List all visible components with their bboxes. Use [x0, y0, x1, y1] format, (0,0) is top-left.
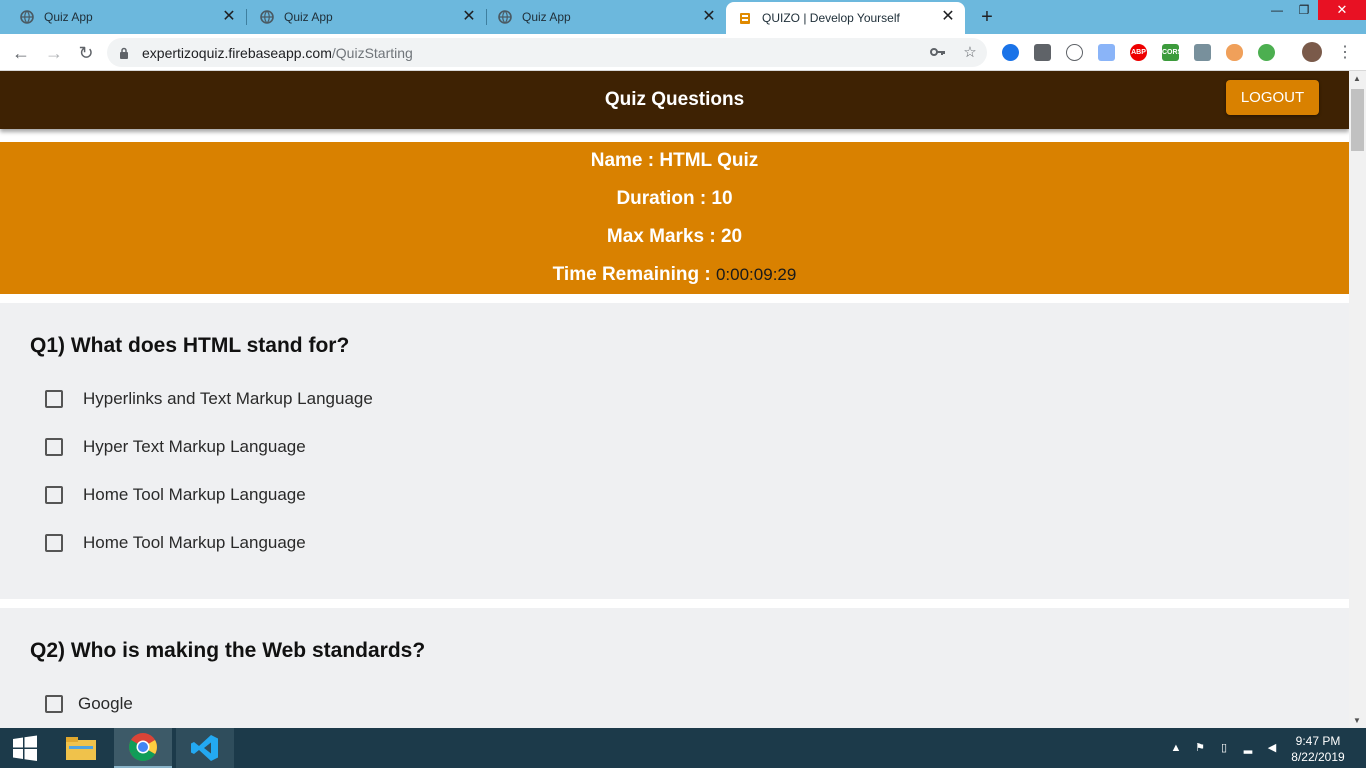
url-domain: expertizoquiz.firebaseapp.com: [142, 45, 332, 61]
browser-tab-active[interactable]: QUIZO | Develop Yourself ✕: [726, 2, 965, 34]
answer-label: Home Tool Markup Language: [83, 533, 306, 552]
tab-title: Quiz App: [522, 10, 571, 24]
show-hidden-icons-icon[interactable]: ▲: [1168, 740, 1184, 756]
adblock-extension-icon[interactable]: ABP: [1130, 44, 1147, 61]
forward-button[interactable]: →: [43, 42, 65, 64]
url-path: /QuizStarting: [331, 45, 413, 61]
browser-tab-3[interactable]: Quiz App ✕: [488, 0, 726, 34]
question-title: Q2) Who is making the Web standards?: [30, 639, 426, 662]
answer-option[interactable]: Google: [45, 694, 133, 714]
globe-icon: [260, 10, 274, 24]
time-remaining-label: Time Remaining :: [552, 264, 711, 285]
tab-title: Quiz App: [44, 10, 93, 24]
restore-window-icon[interactable]: ❐: [1290, 0, 1318, 20]
extension-tools-icon[interactable]: [1194, 44, 1211, 61]
answer-checkbox[interactable]: [45, 438, 63, 456]
page-content: Quiz Questions LOGOUT Name : HTML Quiz D…: [0, 71, 1349, 728]
answer-checkbox[interactable]: [45, 486, 63, 504]
signal-icon[interactable]: ▂: [1240, 740, 1256, 756]
extension-circle-icon[interactable]: [1066, 44, 1083, 61]
file-explorer-icon[interactable]: [52, 728, 110, 768]
scroll-up-arrow-icon[interactable]: ▲: [1353, 74, 1361, 83]
tab-separator: [246, 9, 247, 25]
network-disconnected-icon[interactable]: ⚑: [1192, 740, 1208, 756]
lock-icon[interactable]: [119, 46, 129, 64]
answer-option[interactable]: Hyper Text Markup Language: [45, 437, 306, 457]
windows-start-icon[interactable]: [0, 728, 50, 768]
chrome-icon[interactable]: [114, 728, 172, 768]
answer-label: Home Tool Markup Language: [83, 485, 306, 504]
quiz-info-panel: Name : HTML Quiz Duration : 10 Max Marks…: [0, 142, 1349, 294]
close-tab-icon[interactable]: ✕: [702, 9, 716, 25]
bookmark-star-icon[interactable]: ☆: [961, 44, 979, 62]
answer-label: Hyperlinks and Text Markup Language: [83, 389, 373, 408]
tab-title: Quiz App: [284, 10, 333, 24]
quiz-max-marks: Max Marks : 20: [606, 226, 743, 247]
extension-globe-icon[interactable]: [1258, 44, 1275, 61]
close-tab-icon[interactable]: ✕: [222, 9, 236, 25]
volume-muted-icon[interactable]: ◀: [1264, 740, 1280, 756]
question-card-1: Q1) What does HTML stand for? Hyperlinks…: [0, 303, 1349, 599]
new-tab-button[interactable]: +: [977, 7, 997, 27]
clock-date: 8/22/2019: [1291, 750, 1345, 764]
battery-icon[interactable]: ▯: [1216, 740, 1232, 756]
globe-icon: [498, 10, 512, 24]
answer-option[interactable]: Home Tool Markup Language: [45, 533, 306, 553]
answer-option[interactable]: Home Tool Markup Language: [45, 485, 306, 505]
answer-checkbox[interactable]: [45, 695, 63, 713]
logout-button[interactable]: LOGOUT: [1226, 80, 1319, 115]
answer-label: Hyper Text Markup Language: [83, 437, 306, 456]
quiz-name: Name : HTML Quiz: [590, 150, 759, 171]
system-clock[interactable]: 9:47 PM 8/22/2019: [1283, 733, 1353, 765]
answer-label: Google: [78, 694, 133, 713]
cors-extension-icon[interactable]: CORS: [1162, 44, 1182, 61]
extension-orange-icon[interactable]: [1226, 44, 1243, 61]
profile-avatar[interactable]: [1302, 42, 1322, 62]
extension-windows-icon[interactable]: [1098, 44, 1115, 61]
page-scrollbar[interactable]: ▲ ▼: [1349, 71, 1366, 728]
question-card-2: Q2) Who is making the Web standards? Goo…: [0, 608, 1349, 728]
chrome-menu-icon[interactable]: ⋮: [1334, 42, 1356, 64]
answer-option[interactable]: Hyperlinks and Text Markup Language: [45, 389, 373, 409]
url-text[interactable]: expertizoquiz.firebaseapp.com/QuizStarti…: [142, 45, 413, 61]
windows-taskbar: ▲ ⚑ ▯ ▂ ◀ 9:47 PM 8/22/2019: [0, 728, 1366, 768]
browser-tab-strip: Quiz App ✕ Quiz App ✕ Quiz App ✕ QUIZO |…: [0, 0, 1366, 34]
quiz-duration: Duration : 10: [616, 188, 733, 209]
scrollbar-thumb[interactable]: [1351, 89, 1364, 151]
close-window-icon[interactable]: ✕: [1318, 0, 1366, 20]
time-remaining-value: 0:00:09:29: [715, 265, 797, 284]
key-icon[interactable]: [929, 44, 947, 62]
question-title: Q1) What does HTML stand for?: [30, 334, 350, 357]
tab-separator: [486, 9, 487, 25]
browser-tab-1[interactable]: Quiz App ✕: [0, 0, 246, 34]
app-header: Quiz Questions LOGOUT: [0, 71, 1349, 129]
browser-toolbar: ← → ↻ expertizoquiz.firebaseapp.com/Quiz…: [0, 34, 1366, 71]
scroll-down-arrow-icon[interactable]: ▼: [1353, 716, 1361, 725]
clock-time: 9:47 PM: [1295, 734, 1341, 748]
globe-icon: [20, 10, 34, 24]
close-tab-icon[interactable]: ✕: [462, 9, 476, 25]
minimize-window-icon[interactable]: —: [1263, 0, 1291, 20]
answer-checkbox[interactable]: [45, 390, 63, 408]
address-bar[interactable]: expertizoquiz.firebaseapp.com/QuizStarti…: [107, 38, 987, 67]
extension-blue-icon[interactable]: [1002, 44, 1019, 61]
answer-checkbox[interactable]: [45, 534, 63, 552]
browser-tab-2[interactable]: Quiz App ✕: [248, 0, 486, 34]
quiz-time-remaining: Time Remaining : 0:00:09:29: [0, 264, 1349, 286]
back-button[interactable]: ←: [10, 42, 32, 64]
page-title: Quiz Questions: [604, 89, 745, 110]
quizo-favicon-icon: [738, 11, 752, 25]
extension-screen-icon[interactable]: [1034, 44, 1051, 61]
tab-title: QUIZO | Develop Yourself: [762, 11, 900, 25]
close-tab-icon[interactable]: ✕: [941, 9, 955, 25]
reload-button[interactable]: ↻: [75, 42, 97, 64]
vscode-icon[interactable]: [176, 728, 234, 768]
